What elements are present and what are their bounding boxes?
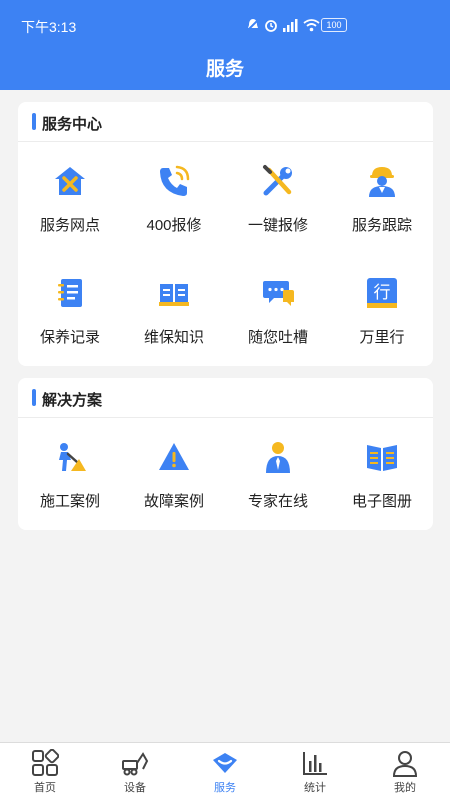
tab-label: 我的 (394, 782, 416, 794)
worker-icon (369, 167, 395, 197)
maintenance-records-button[interactable]: 保养记录 (18, 276, 122, 347)
wrench-screwdriver-icon (263, 165, 292, 196)
notebook-icon (58, 279, 82, 307)
item-label: 故障案例 (143, 493, 204, 510)
e-manual-button[interactable]: 电子图册 (330, 440, 434, 511)
item-label: 服务跟踪 (351, 217, 412, 234)
warning-triangle-icon (159, 443, 189, 470)
person-icon (392, 751, 418, 777)
solutions-card: 解决方案 施工案例 故障案例 专家在线 电子图册 (18, 378, 433, 530)
alarm-icon (265, 20, 277, 32)
status-bar: 下午3:13 100 (0, 0, 450, 50)
signal-icon (283, 19, 298, 32)
manual-book-icon (367, 445, 397, 471)
house-tools-icon (55, 167, 85, 195)
service-outlets-button[interactable]: 服务网点 (18, 164, 122, 235)
item-label: 专家在线 (247, 493, 308, 510)
notification-mute-icon (246, 18, 260, 32)
tab-service[interactable]: 服务 (180, 743, 270, 800)
item-label: 电子图册 (351, 493, 412, 510)
open-book-icon (159, 284, 189, 306)
battery-indicator: 100 (321, 18, 347, 32)
status-time: 下午3:13 (21, 19, 77, 35)
item-label: 保养记录 (39, 329, 100, 346)
bottom-tab-bar: 首页 设备 服务 统计 我的 (0, 742, 450, 800)
item-label: 400报修 (146, 217, 202, 234)
tab-label: 统计 (304, 782, 326, 794)
hotline-repair-button[interactable]: 400报修 (122, 164, 226, 235)
tab-home[interactable]: 首页 (0, 743, 90, 800)
service-tracking-button[interactable]: 服务跟踪 (330, 164, 434, 235)
section-header: 解决方案 (18, 378, 433, 418)
tab-label: 服务 (214, 782, 236, 794)
maintenance-knowledge-button[interactable]: 维保知识 (122, 276, 226, 347)
item-label: 服务网点 (39, 217, 100, 234)
wanlixing-button[interactable]: 行 万里行 (330, 276, 434, 347)
feedback-button[interactable]: 随您吐槽 (226, 276, 330, 347)
one-click-repair-button[interactable]: 一键报修 (226, 164, 330, 235)
tab-label: 设备 (124, 782, 146, 794)
service-center-card: 服务中心 服务网点 400报修 一键报修 服务跟踪 保养记录 维保知识 随您吐槽… (18, 102, 433, 366)
section-accent-bar (32, 389, 36, 406)
tab-statistics[interactable]: 统计 (270, 743, 360, 800)
excavator-icon (122, 752, 149, 776)
section-header: 服务中心 (18, 102, 433, 142)
wifi-icon (303, 19, 320, 32)
service-diamond-icon (213, 753, 237, 773)
construction-worker-icon (59, 443, 86, 471)
item-label: 施工案例 (39, 493, 100, 510)
tab-equipment[interactable]: 设备 (90, 743, 180, 800)
item-label: 维保知识 (143, 329, 204, 346)
tab-label: 首页 (34, 782, 56, 794)
fault-cases-button[interactable]: 故障案例 (122, 440, 226, 511)
item-label: 万里行 (359, 329, 405, 346)
section-accent-bar (32, 113, 36, 130)
section-title: 服务中心 (42, 116, 103, 133)
page-title: 服务 (205, 59, 244, 80)
chat-bubble-icon (263, 281, 294, 306)
construction-cases-button[interactable]: 施工案例 (18, 440, 122, 511)
tab-profile[interactable]: 我的 (360, 743, 450, 800)
xing-character-icon: 行 (367, 278, 397, 308)
expert-person-icon (266, 442, 290, 473)
bar-chart-icon (303, 752, 327, 775)
phone-icon (160, 165, 190, 196)
top-app-bar: 下午3:13 100 服务 (0, 0, 450, 90)
expert-online-button[interactable]: 专家在线 (226, 440, 330, 511)
grid-home-icon (32, 749, 59, 776)
svg-text:行: 行 (374, 283, 391, 303)
section-title: 解决方案 (42, 392, 103, 409)
item-label: 一键报修 (247, 217, 308, 234)
item-label: 随您吐槽 (247, 329, 308, 346)
